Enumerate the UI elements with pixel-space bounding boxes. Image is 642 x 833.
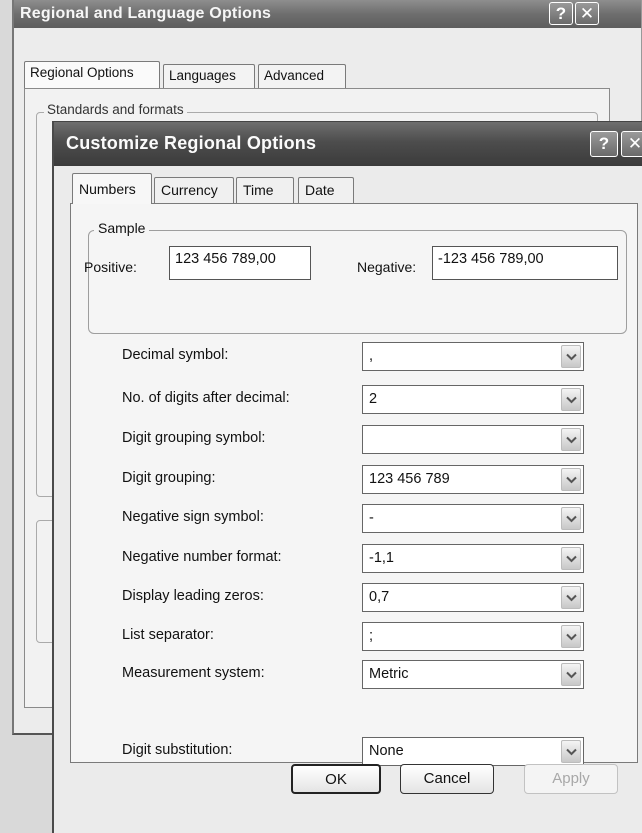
digit-grouping-symbol-label: Digit grouping symbol: xyxy=(122,430,266,446)
chevron-down-icon[interactable] xyxy=(561,388,581,411)
tab-label: Languages xyxy=(169,68,236,83)
cancel-button[interactable]: Cancel xyxy=(400,764,494,794)
tab-label: Date xyxy=(305,182,335,198)
close-icon: ✕ xyxy=(579,4,595,23)
back-window-title: Regional and Language Options xyxy=(20,5,272,22)
negative-number-format-value: -1,1 xyxy=(369,550,394,566)
no-of-digits-after-decimal-select[interactable]: 2 xyxy=(362,385,584,414)
chevron-down-icon[interactable] xyxy=(561,468,581,491)
chevron-down-icon[interactable] xyxy=(561,740,581,763)
negative-number-format-select[interactable]: -1,1 xyxy=(362,544,584,573)
close-icon: ✕ xyxy=(627,134,642,153)
negative-sign-symbol-value: - xyxy=(369,510,374,526)
display-leading-zeros-label: Display leading zeros: xyxy=(122,588,264,604)
back-close-button[interactable]: ✕ xyxy=(575,2,599,25)
standards-formats-label: Standards and formats xyxy=(44,102,187,117)
apply-button[interactable]: Apply xyxy=(524,764,618,794)
front-title-bar: Customize Regional Options xyxy=(54,122,642,166)
front-window-title: Customize Regional Options xyxy=(66,133,317,153)
digit-grouping-symbol-select[interactable] xyxy=(362,425,584,454)
tab-languages[interactable]: Languages xyxy=(163,64,255,88)
help-icon: ? xyxy=(598,134,610,153)
list-separator-value: ; xyxy=(369,628,374,644)
front-close-button[interactable]: ✕ xyxy=(621,131,642,157)
positive-label: Positive: xyxy=(84,259,137,275)
digit-substitution-select[interactable]: None xyxy=(362,737,584,766)
digit-substitution-label: Digit substitution: xyxy=(122,742,233,758)
tab-label: Advanced xyxy=(264,68,325,83)
tab-currency[interactable]: Currency xyxy=(154,177,234,203)
chevron-down-icon[interactable] xyxy=(561,428,581,451)
decimal-symbol-label: Decimal symbol: xyxy=(122,347,229,363)
negative-number-format-label: Negative number format: xyxy=(122,549,282,565)
chevron-down-icon[interactable] xyxy=(561,507,581,530)
tab-label: Currency xyxy=(161,182,218,198)
decimal-symbol-value: , xyxy=(369,348,374,364)
digit-grouping-value: 123 456 789 xyxy=(369,471,450,487)
positive-sample-field: 123 456 789,00 xyxy=(169,246,311,280)
list-separator-select[interactable]: ; xyxy=(362,622,584,651)
tab-date[interactable]: Date xyxy=(298,177,354,203)
digit-grouping-select[interactable]: 123 456 789 xyxy=(362,465,584,494)
tab-advanced[interactable]: Advanced xyxy=(258,64,346,88)
tab-label: Numbers xyxy=(79,181,136,197)
sample-group-label: Sample xyxy=(94,220,150,236)
tab-label: Regional Options xyxy=(30,65,134,80)
display-leading-zeros-value: 0,7 xyxy=(369,589,390,605)
measurement-system-value: Metric xyxy=(369,666,409,682)
tab-numbers[interactable]: Numbers xyxy=(72,173,152,204)
chevron-down-icon[interactable] xyxy=(561,586,581,609)
back-title-bar: Regional and Language Options xyxy=(14,0,641,28)
help-icon: ? xyxy=(555,4,567,23)
negative-label: Negative: xyxy=(357,259,417,275)
decimal-symbol-select[interactable]: , xyxy=(362,342,584,371)
positive-sample-value: 123 456 789,00 xyxy=(175,251,276,267)
negative-sign-symbol-select[interactable]: - xyxy=(362,504,584,533)
digit-grouping-label: Digit grouping: xyxy=(122,470,216,486)
chevron-down-icon[interactable] xyxy=(561,547,581,570)
tab-regional-options[interactable]: Regional Options xyxy=(24,61,160,88)
measurement-system-select[interactable]: Metric xyxy=(362,660,584,689)
chevron-down-icon[interactable] xyxy=(561,345,581,368)
tab-time[interactable]: Time xyxy=(236,177,294,203)
chevron-down-icon[interactable] xyxy=(561,663,581,686)
customize-regional-options-dialog: Customize Regional Options ? ✕ Numbers C… xyxy=(52,121,642,833)
measurement-system-label: Measurement system: xyxy=(122,665,265,681)
list-separator-label: List separator: xyxy=(122,627,214,643)
display-leading-zeros-select[interactable]: 0,7 xyxy=(362,583,584,612)
no-of-digits-after-decimal-label: No. of digits after decimal: xyxy=(122,390,290,406)
front-help-button[interactable]: ? xyxy=(590,131,618,157)
negative-sample-value: -123 456 789,00 xyxy=(438,251,544,267)
digit-substitution-value: None xyxy=(369,743,404,759)
negative-sign-symbol-label: Negative sign symbol: xyxy=(122,509,264,525)
tab-label: Time xyxy=(243,182,274,198)
ok-button[interactable]: OK xyxy=(291,764,381,794)
back-help-button[interactable]: ? xyxy=(549,2,573,25)
no-of-digits-after-decimal-value: 2 xyxy=(369,391,378,407)
chevron-down-icon[interactable] xyxy=(561,625,581,648)
negative-sample-field: -123 456 789,00 xyxy=(432,246,618,280)
